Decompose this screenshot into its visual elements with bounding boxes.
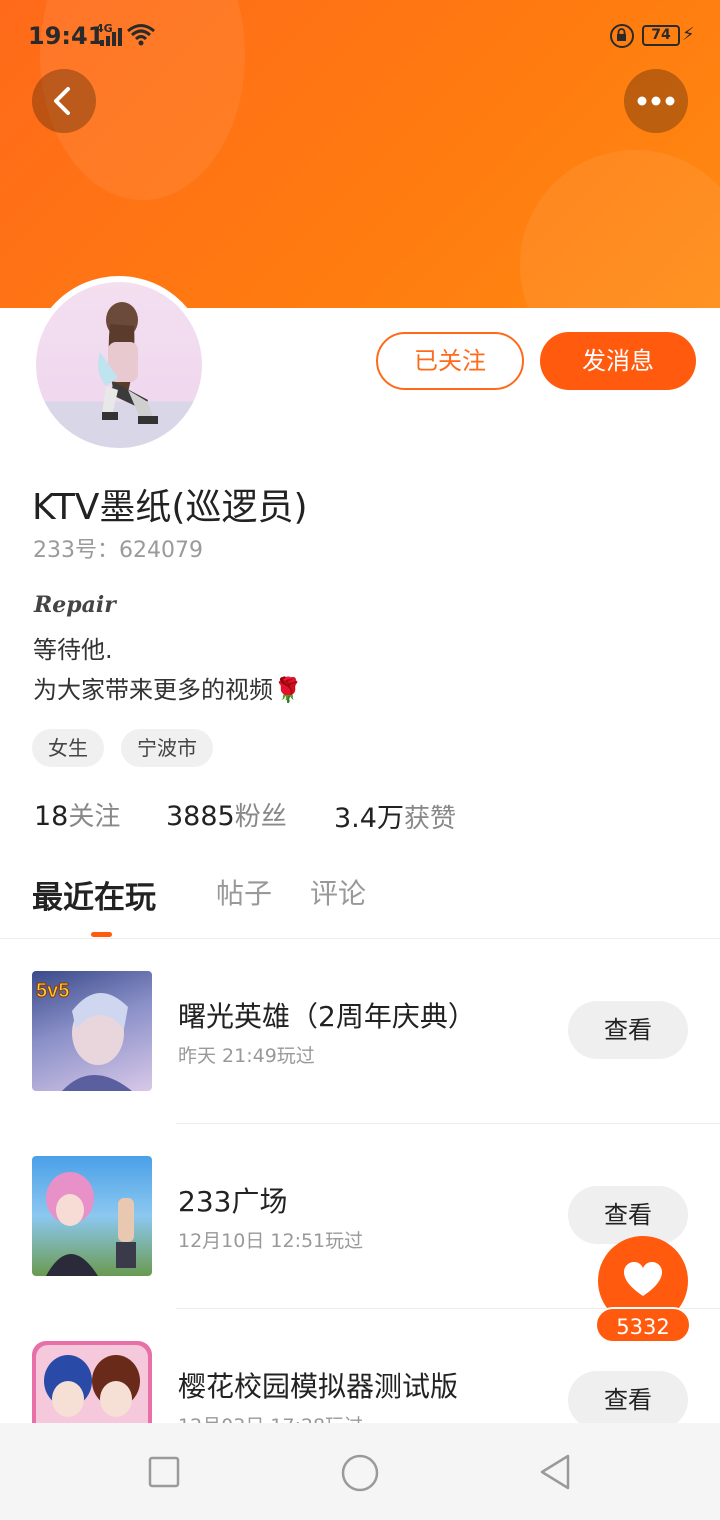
back-button[interactable] xyxy=(32,69,96,133)
game-played-time: 12月10日 12:51玩过 xyxy=(178,1230,364,1252)
game-title: 曙光英雄（2周年庆典） xyxy=(178,1000,476,1033)
tab-indicator xyxy=(91,932,112,937)
system-nav-bar xyxy=(0,1423,720,1520)
stat-label: 粉丝 xyxy=(234,802,287,832)
more-button[interactable] xyxy=(624,69,688,133)
game-played-time: 昨天 21:49玩过 xyxy=(178,1045,315,1067)
send-message-button[interactable]: 发消息 xyxy=(540,332,696,390)
game-badge: 5v5 xyxy=(36,980,69,1002)
stat-following[interactable]: 18关注 xyxy=(34,796,120,833)
stat-label: 关注 xyxy=(68,802,121,832)
list-item[interactable]: 樱花校园模拟器测试版 12月03日 17:28玩过 查看 xyxy=(0,1341,720,1423)
bio-line: 为大家带来更多的视频🌹 xyxy=(33,676,303,704)
tab-posts[interactable]: 帖子 xyxy=(216,872,272,912)
tab-recent-played[interactable]: 最近在玩 xyxy=(32,872,156,917)
avatar-image xyxy=(36,282,202,448)
stat-fans[interactable]: 3885粉丝 xyxy=(166,796,287,833)
like-count: 5332 xyxy=(595,1307,691,1343)
stat-value: 18 xyxy=(34,801,69,832)
bio-line: 等待他. xyxy=(33,636,113,664)
signal-icon xyxy=(100,28,124,46)
tab-comments[interactable]: 评论 xyxy=(310,872,366,912)
divider xyxy=(176,1123,720,1124)
view-button[interactable]: 查看 xyxy=(568,1371,688,1423)
wifi-icon xyxy=(127,24,155,46)
divider xyxy=(0,938,720,939)
stat-label: 获赞 xyxy=(403,804,456,834)
game-title: 233广场 xyxy=(178,1185,288,1218)
user-name: KTV墨纸(巡逻员) xyxy=(32,487,308,528)
chevron-left-icon xyxy=(54,87,70,115)
game-played-time: 12月03日 17:28玩过 xyxy=(178,1411,363,1423)
tag-gender: 女生 xyxy=(32,729,104,767)
status-bar: 19:41 4G 74 ⚡ xyxy=(0,0,720,72)
stat-likes: 3.4万获赞 xyxy=(334,796,456,835)
battery-icon: 74 xyxy=(642,25,680,46)
list-item[interactable]: 5v5 曙光英雄（2周年庆典） 昨天 21:49玩过 查看 xyxy=(0,971,720,1091)
avatar[interactable] xyxy=(30,276,208,454)
circle-icon[interactable] xyxy=(340,1453,380,1493)
game-icon xyxy=(32,1341,152,1423)
stat-value: 3885 xyxy=(166,801,235,832)
game-title: 樱花校园模拟器测试版 xyxy=(178,1370,459,1403)
bio-signature: Repair xyxy=(34,592,116,618)
tag-city: 宁波市 xyxy=(121,729,213,767)
stat-value: 3.4万 xyxy=(334,803,404,834)
charging-icon: ⚡ xyxy=(682,24,695,45)
user-id: 233号：624079 xyxy=(33,538,203,563)
square-icon[interactable] xyxy=(148,1456,180,1488)
game-icon xyxy=(32,1156,152,1276)
view-button[interactable]: 查看 xyxy=(568,1001,688,1059)
triangle-back-icon[interactable] xyxy=(538,1453,574,1491)
rotation-lock-icon xyxy=(610,24,634,48)
followed-button[interactable]: 已关注 xyxy=(376,332,524,390)
game-icon: 5v5 xyxy=(32,971,152,1091)
status-time: 19:41 xyxy=(28,22,105,50)
more-dots-icon xyxy=(637,96,675,106)
